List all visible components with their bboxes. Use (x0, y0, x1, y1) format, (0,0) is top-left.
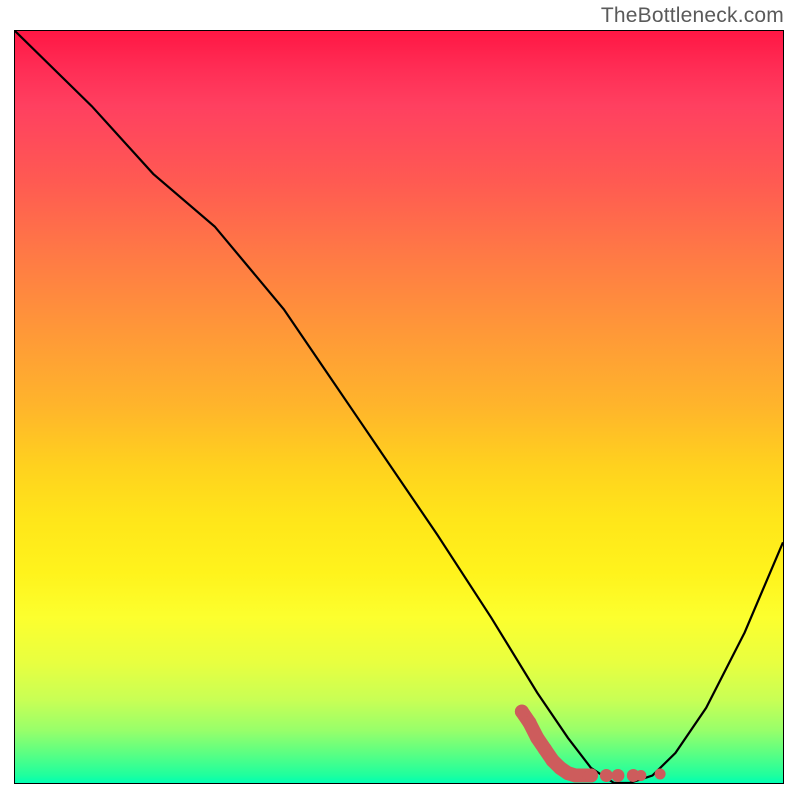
plot-area (14, 30, 784, 784)
chart-svg (15, 31, 783, 783)
recommended-range-markers (515, 705, 666, 783)
bottleneck-curve (15, 31, 783, 783)
watermark-text: TheBottleneck.com (601, 4, 784, 28)
